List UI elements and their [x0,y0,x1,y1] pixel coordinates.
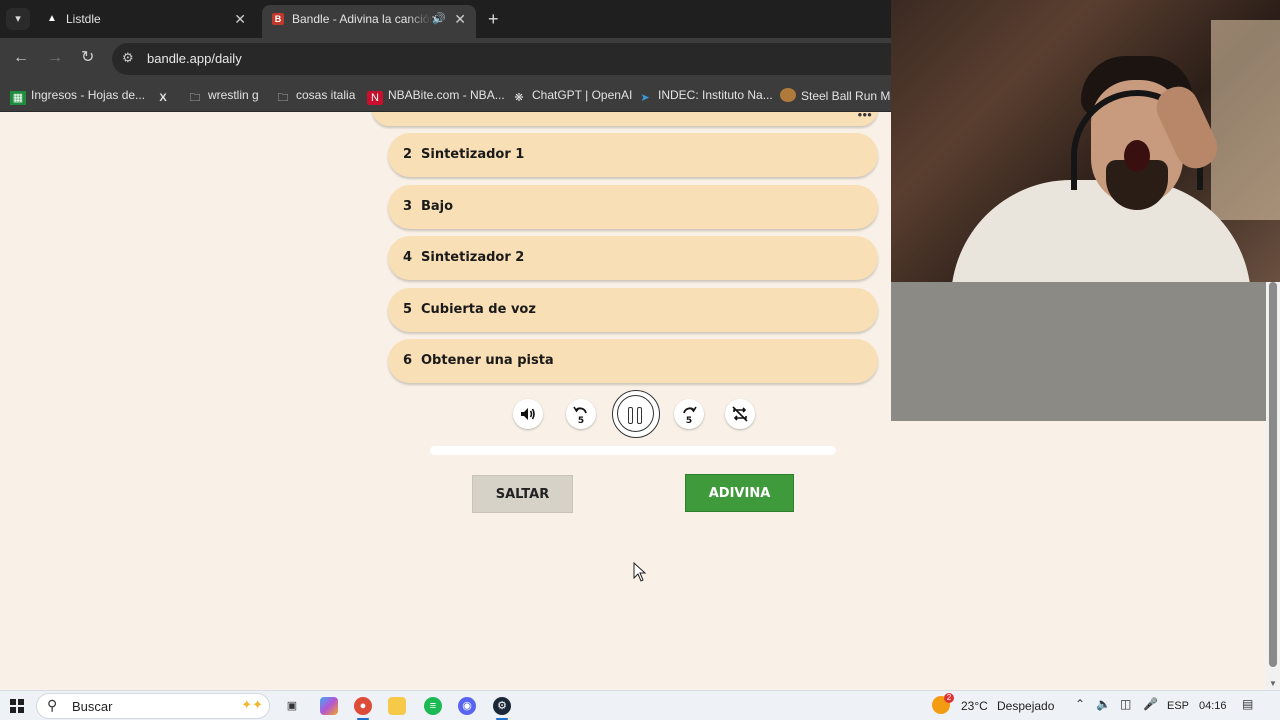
openai-icon: ❋ [514,92,524,104]
copilot-icon[interactable] [320,697,338,715]
rewind-5-button[interactable]: 5 [566,399,596,429]
track-options-icon[interactable]: ●●● [858,112,873,119]
svg-text:5: 5 [686,416,692,424]
mouse-cursor-icon [633,562,647,582]
track-label: Cubierta de voz [421,302,536,317]
indec-icon: ➤ [640,92,650,104]
chevron-up-icon[interactable]: ⌃ [1075,697,1085,711]
search-icon: ⚲ [47,697,58,713]
svg-text:5: 5 [578,416,584,424]
bookmark-item[interactable]: N NBABite.com - NBA... [367,88,505,105]
tab-search-button[interactable]: ▾ [6,8,30,30]
bookmark-folder[interactable]: 🗀 wrestlin g [187,88,259,105]
manga-icon [780,88,796,102]
forward-icon[interactable]: → [47,48,63,68]
spotify-icon[interactable]: ≡ [424,697,442,715]
x-icon: X [159,92,167,104]
copilot-sparkle-icon: ✦✦ [241,697,263,712]
folder-icon: 🗀 [277,92,289,104]
network-icon[interactable]: ◫ [1120,697,1131,711]
song-progress-bar[interactable] [430,446,836,455]
track-item[interactable]: 2 Sintetizador 1 [388,133,878,177]
track-item[interactable]: 4 Sintetizador 2 [388,236,878,280]
tab-audio-icon[interactable]: 🔊 [432,5,446,33]
input-language[interactable]: ESP [1167,700,1189,712]
repeat-off-button[interactable] [725,399,755,429]
tab-close-icon[interactable]: ✕ [454,5,466,33]
scrollbar-thumb[interactable] [1269,282,1277,667]
track-label: Sintetizador 2 [421,250,525,265]
windows-taskbar: ⚲ Buscar ✦✦ ▣ ● ≡ ◉ ⚙ 2 23°C Despejado ⌃… [0,690,1280,720]
webcam-background [891,282,1266,421]
pause-button[interactable] [612,390,660,438]
weather-condition[interactable]: Despejado [997,699,1054,713]
webcam-overlay [891,0,1280,282]
guess-button[interactable]: ADIVINA [685,474,794,512]
listdle-favicon-icon: ▲ [47,13,57,24]
weather-badge: 2 [944,693,954,703]
bookmark-item[interactable]: ▦ Ingresos - Hojas de... [10,88,145,105]
taskbar-search[interactable]: ⚲ Buscar ✦✦ [36,693,270,719]
skip-button[interactable]: SALTAR [472,475,573,513]
start-button[interactable] [10,699,24,713]
forward-5-button[interactable]: 5 [674,399,704,429]
search-placeholder: Buscar [72,699,113,714]
player-controls: 5 5 [512,390,762,440]
temperature[interactable]: 23°C [961,699,988,713]
track-item-hint[interactable]: 6 Obtener una pista [388,339,878,383]
discord-icon[interactable]: ◉ [458,697,476,715]
site-info-icon[interactable]: ⚙ [122,50,134,66]
steam-icon[interactable]: ⚙ [493,697,511,715]
rewind-icon: 5 [573,406,587,424]
address-bar[interactable]: ⚙ bandle.app/daily [112,43,1012,75]
reload-icon[interactable]: ↻ [81,48,94,68]
new-tab-button[interactable]: + [488,8,499,30]
nba-icon: N [367,91,383,105]
tab-listdle[interactable]: ▲ Listdle ✕ [36,5,256,38]
url-text[interactable]: bandle.app/daily [147,51,242,66]
volume-button[interactable] [513,399,543,429]
track-item[interactable]: 5 Cubierta de voz [388,288,878,332]
microphone-icon[interactable]: 🎤 [1143,697,1158,711]
volume-tray-icon[interactable]: 🔈 [1096,697,1111,711]
chrome-icon[interactable]: ● [354,697,372,715]
tab-close-icon[interactable]: ✕ [234,5,246,33]
back-icon[interactable]: ← [13,48,29,68]
tab-title: Listdle [66,12,101,26]
track-item-partial[interactable]: ●●● [372,112,878,126]
bandle-favicon-icon: B [272,13,284,25]
pause-icon [617,395,654,432]
track-label: Sintetizador 1 [421,147,525,162]
notifications-icon[interactable]: ▤ [1242,697,1253,711]
bookmark-item[interactable]: ➤ INDEC: Instituto Na... [637,88,772,105]
clock[interactable]: 04:16 [1199,700,1227,712]
tab-bandle[interactable]: B Bandle - Adivina la canción 🔊 ✕ [262,5,476,38]
bookmark-folder[interactable]: 🗀 cosas italia [275,88,356,105]
bookmark-item[interactable]: X [155,88,176,105]
track-label: Bajo [421,199,454,214]
bookmark-item[interactable]: ❋ ChatGPT | OpenAI [511,88,632,105]
file-explorer-icon[interactable] [388,697,406,715]
sheets-icon: ▦ [10,91,26,105]
track-item[interactable]: 3 Bajo [388,185,878,229]
folder-icon: 🗀 [189,92,201,104]
bookmark-item[interactable]: Steel Ball Run Man [780,88,904,103]
task-view-icon[interactable]: ▣ [283,697,301,715]
forward-icon: 5 [683,406,697,424]
scroll-down-icon[interactable]: ▼ [1269,679,1277,688]
repeat-off-icon [732,406,748,422]
track-label: Obtener una pista [421,353,554,368]
volume-icon [521,408,535,420]
